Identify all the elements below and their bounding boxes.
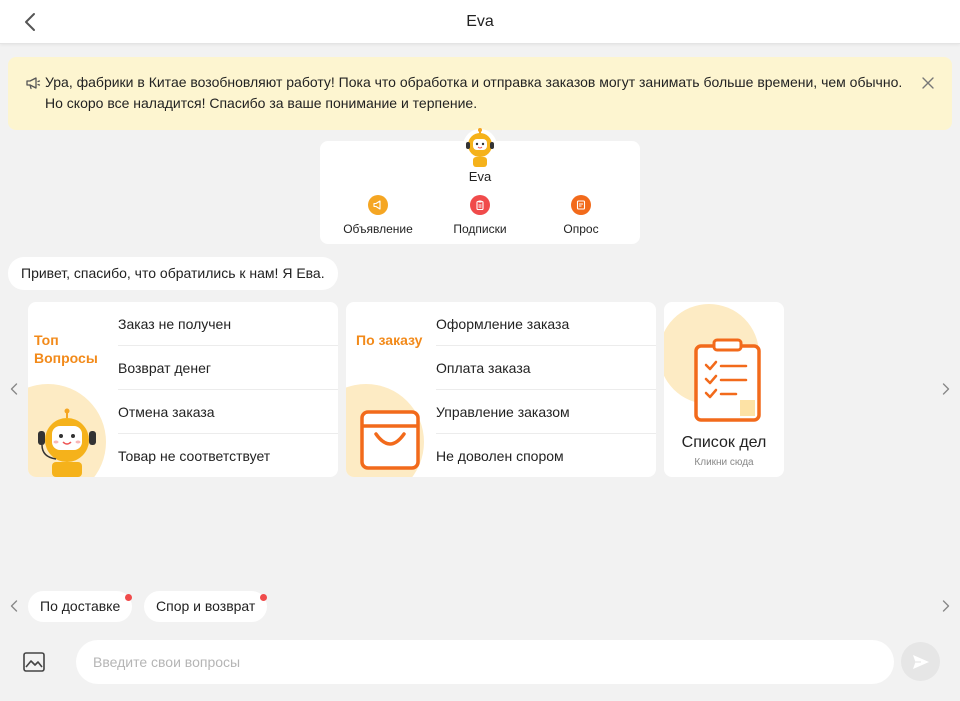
- chips-prev-icon[interactable]: [6, 598, 22, 614]
- send-icon: [912, 654, 929, 669]
- chip-label: Спор и возврат: [156, 598, 256, 614]
- chip-delivery[interactable]: По доставке: [28, 591, 133, 622]
- list-item[interactable]: Оформление заказа: [436, 302, 656, 346]
- robot-avatar-icon: [463, 128, 497, 167]
- send-button[interactable]: [901, 642, 940, 681]
- shopping-bag-icon: [346, 384, 424, 477]
- top-questions-card: Топ Вопросы Заказ не получен Возврат ден…: [28, 302, 338, 477]
- robot-illustration-icon: [28, 384, 106, 477]
- notification-dot: [260, 594, 268, 601]
- megaphone-icon: [368, 195, 388, 215]
- image-upload-icon[interactable]: [22, 650, 46, 674]
- card-title: Топ Вопросы: [34, 332, 98, 366]
- survey-button[interactable]: Опрос: [531, 195, 631, 236]
- list-item[interactable]: Заказ не получен: [118, 302, 338, 346]
- list-item[interactable]: Управление заказом: [436, 390, 656, 434]
- chips-next-icon[interactable]: [938, 598, 954, 614]
- todo-title: Список дел: [681, 434, 767, 451]
- todo-subtitle: Кликни сюда: [694, 457, 754, 468]
- chip-dispute-return[interactable]: Спор и возврат: [144, 591, 268, 622]
- subscriptions-label: Подписки: [453, 222, 507, 236]
- list-item[interactable]: Не доволен спором: [436, 434, 656, 477]
- order-questions-card: По заказу Оформление заказа Оплата заказ…: [346, 302, 656, 477]
- notice-text: Ура, фабрики в Китае возобновляют работу…: [45, 74, 903, 111]
- subscriptions-button[interactable]: Подписки: [430, 195, 530, 236]
- close-icon[interactable]: [920, 75, 936, 91]
- message-input[interactable]: [76, 640, 894, 684]
- greeting-message: Привет, спасибо, что обратились к нам! Я…: [8, 257, 338, 290]
- announcement-label: Объявление: [343, 222, 413, 236]
- chip-label: По доставке: [40, 598, 121, 614]
- survey-icon: [571, 195, 591, 215]
- bot-name: Eva: [468, 169, 492, 184]
- notification-dot: [125, 594, 133, 601]
- clipboard-icon: [470, 195, 490, 215]
- question-list: Оформление заказа Оплата заказа Управлен…: [436, 302, 656, 477]
- list-item[interactable]: Возврат денег: [118, 346, 338, 390]
- carousel-prev-icon[interactable]: [6, 381, 22, 397]
- survey-label: Опрос: [563, 222, 599, 236]
- carousel-next-icon[interactable]: [938, 381, 954, 397]
- notice-banner: Ура, фабрики в Китае возобновляют работу…: [8, 57, 952, 130]
- list-item[interactable]: Товар не соответствует: [118, 434, 338, 477]
- page-title: Eva: [466, 13, 494, 30]
- checklist-icon: [664, 304, 761, 422]
- card-title: По заказу: [356, 332, 423, 348]
- question-list: Заказ не получен Возврат денег Отмена за…: [118, 302, 338, 477]
- list-item[interactable]: Отмена заказа: [118, 390, 338, 434]
- megaphone-icon: [26, 77, 41, 90]
- list-item[interactable]: Оплата заказа: [436, 346, 656, 390]
- announcement-button[interactable]: Объявление: [328, 195, 428, 236]
- header: Eva: [0, 0, 960, 44]
- todo-card[interactable]: Список дел Кликни сюда: [664, 302, 784, 477]
